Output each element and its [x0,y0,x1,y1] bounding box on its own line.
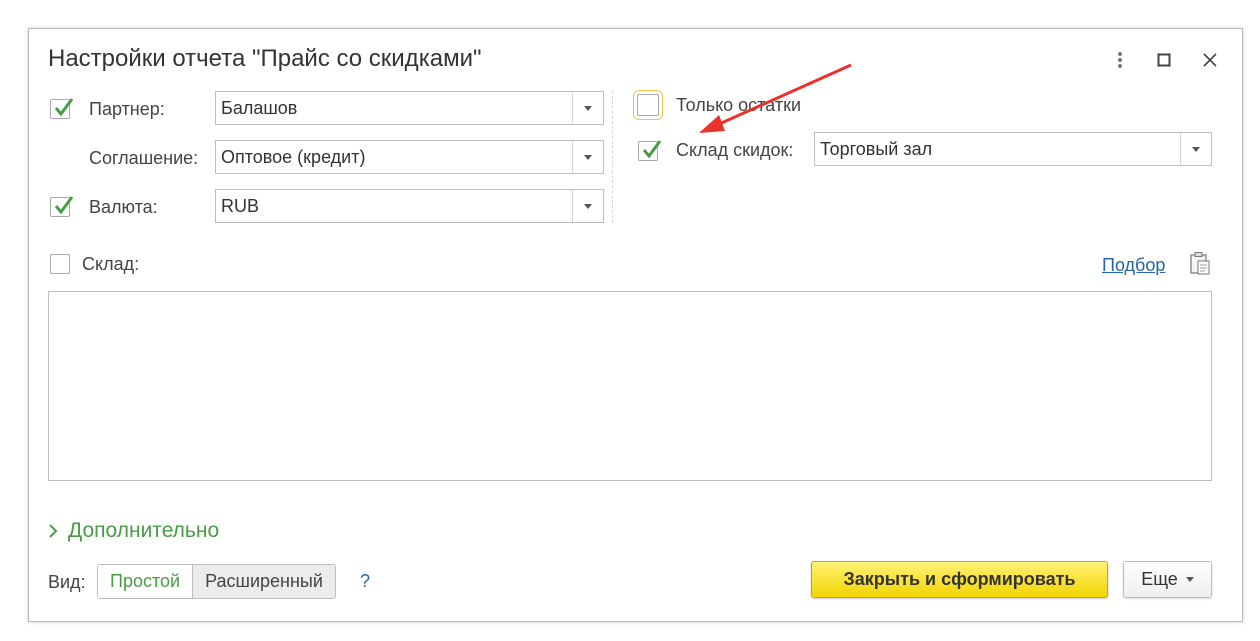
more-vertical-icon[interactable] [1109,49,1131,71]
warehouse-list[interactable] [48,291,1212,481]
close-icon[interactable] [1199,49,1221,71]
view-option-simple[interactable]: Простой [98,565,194,598]
dropdown-arrow-icon[interactable] [1180,133,1211,165]
more-button[interactable]: Еще [1123,561,1212,598]
partner-value: Балашов [221,98,298,118]
additional-label: Дополнительно [68,519,220,542]
report-settings-dialog: Настройки отчета "Прайс со скидками" Пар… [28,28,1243,622]
warehouse-checkbox[interactable] [50,254,70,274]
discount-warehouse-checkbox[interactable] [638,140,662,161]
more-button-label: Еще [1141,569,1178,589]
check-icon [54,98,74,117]
chevron-right-icon [49,524,58,538]
partner-label: Партнер: [89,99,165,119]
additional-toggle[interactable]: Дополнительно [48,519,219,543]
currency-label: Валюта: [89,197,158,217]
agreement-label: Соглашение: [89,148,199,168]
check-icon [642,140,662,159]
discount-warehouse-value: Торговый зал [820,139,933,159]
currency-checkbox[interactable] [50,196,74,217]
discount-warehouse-label: Склад скидок: [676,140,794,160]
check-icon [54,196,74,215]
help-link[interactable]: ? [360,571,370,592]
column-separator [612,91,613,223]
only-stock-checkbox[interactable] [633,90,663,120]
view-label: Вид: [48,572,86,592]
currency-value: RUB [221,196,260,216]
dropdown-arrow-icon[interactable] [572,92,603,124]
view-option-extended[interactable]: Расширенный [193,565,335,598]
warehouse-label: Склад: [82,254,140,274]
currency-field[interactable]: RUB [215,189,604,223]
dropdown-arrow-icon[interactable] [572,190,603,222]
pick-link[interactable]: Подбор [1102,255,1165,276]
agreement-value: Оптовое (кредит) [221,147,366,167]
agreement-field[interactable]: Оптовое (кредит) [215,140,604,174]
maximize-icon[interactable] [1153,49,1175,71]
dialog-title: Настройки отчета "Прайс со скидками" [48,45,482,72]
dropdown-arrow-icon[interactable] [572,141,603,173]
clipboard-icon[interactable] [1189,251,1211,280]
discount-warehouse-field[interactable]: Торговый зал [814,132,1212,166]
partner-checkbox[interactable] [50,98,74,119]
annotation-arrow [699,63,852,133]
dropdown-arrow-icon [1185,577,1194,582]
close-and-generate-button[interactable]: Закрыть и сформировать [811,561,1108,598]
view-switch: Простой Расширенный [97,564,336,599]
partner-field[interactable]: Балашов [215,91,604,125]
